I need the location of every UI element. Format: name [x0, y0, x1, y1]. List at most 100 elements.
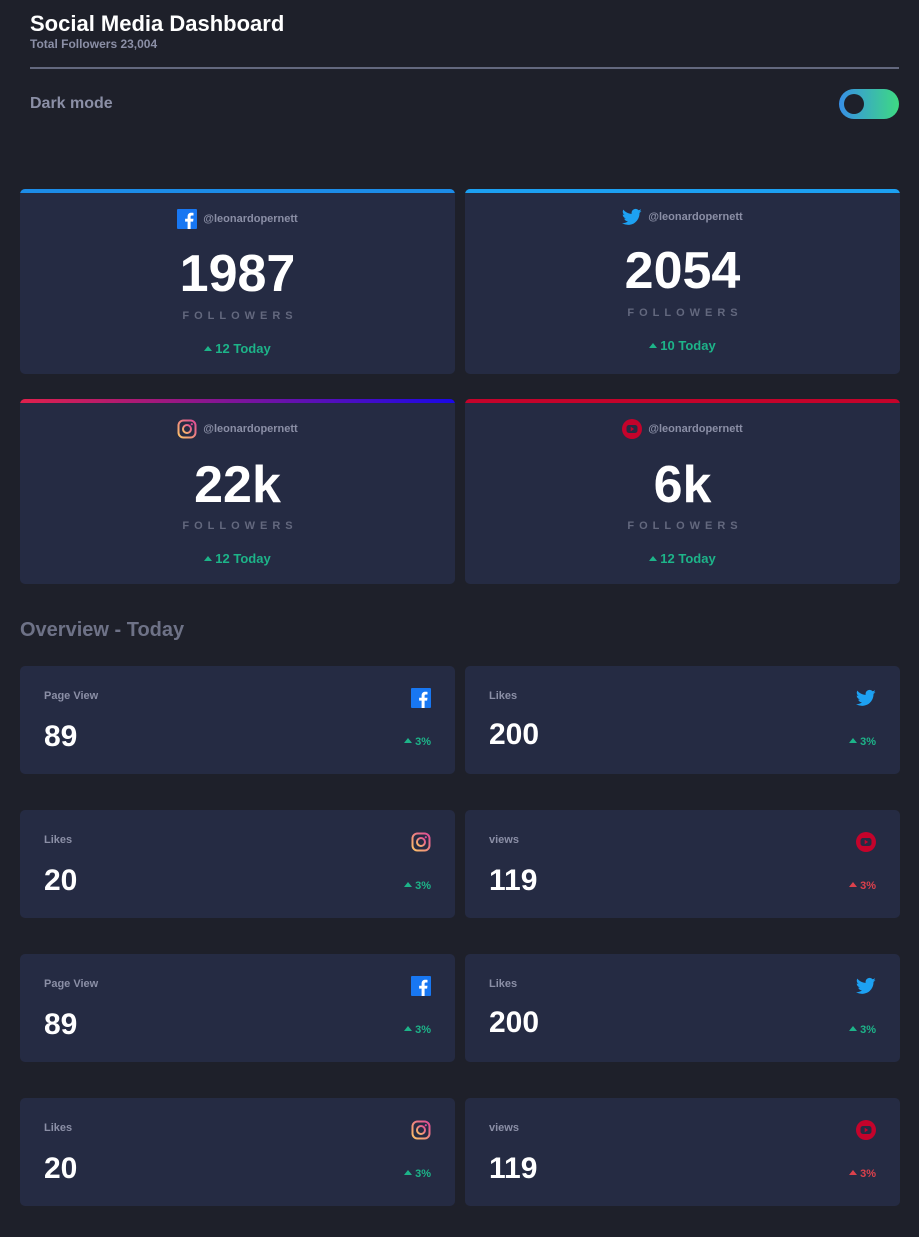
- daily-change-text: 12 Today: [215, 341, 271, 356]
- followers-label: FOLLOWERS: [182, 310, 298, 322]
- facebook-icon: [411, 688, 431, 708]
- overview-title: Overview - Today: [20, 619, 185, 641]
- twitter-icon: [622, 207, 642, 227]
- handle-row: @leonardopernett: [20, 419, 455, 439]
- metric-label: Likes: [44, 834, 73, 846]
- handle-row: @leonardopernett: [465, 207, 900, 227]
- instagram-icon: [411, 1120, 431, 1140]
- overview-card[interactable]: views 119 3%: [465, 1098, 900, 1206]
- metric-change-text: 3%: [860, 1024, 876, 1036]
- daily-change-text: 12 Today: [215, 551, 271, 566]
- follower-count: 22k: [194, 456, 281, 514]
- metric-change: 3%: [849, 736, 876, 748]
- metric-label: Likes: [489, 978, 518, 990]
- arrow-up-icon: [404, 1026, 413, 1031]
- arrow-up-icon: [404, 882, 413, 887]
- followers-label: FOLLOWERS: [627, 307, 743, 319]
- card-accent-bar: [20, 399, 455, 403]
- daily-change: 12 Today: [465, 551, 900, 566]
- overview-card[interactable]: Likes 20 3%: [20, 1098, 455, 1206]
- followers-label: FOLLOWERS: [627, 520, 743, 532]
- youtube-icon: [856, 1120, 876, 1140]
- dashboard-page: Social Media Dashboard Total Followers 2…: [0, 0, 919, 1237]
- metric-change: 3%: [404, 736, 431, 748]
- follower-count: 1987: [179, 245, 296, 303]
- metric-value: 20: [44, 864, 78, 897]
- arrow-up-icon: [849, 738, 858, 743]
- follower-card-instagram[interactable]: @leonardopernett 22k FOLLOWERS 12 Today: [20, 399, 455, 584]
- instagram-icon: [411, 832, 431, 852]
- dark-mode-toggle[interactable]: [839, 89, 899, 119]
- page-title: Social Media Dashboard: [30, 11, 285, 36]
- metric-label: Likes: [489, 690, 518, 702]
- followers-label: FOLLOWERS: [182, 520, 298, 532]
- metric-value: 200: [489, 718, 540, 751]
- follower-card-twitter[interactable]: @leonardopernett 2054 FOLLOWERS 10 Today: [465, 189, 900, 374]
- handle-row: @leonardopernett: [465, 419, 900, 439]
- arrow-up-icon: [849, 1170, 858, 1175]
- metric-change-text: 3%: [415, 736, 431, 748]
- arrow-up-icon: [204, 346, 213, 351]
- metric-change-text: 3%: [860, 736, 876, 748]
- daily-change-text: 12 Today: [660, 551, 716, 566]
- metric-label: Page View: [44, 978, 99, 990]
- metric-change-text: 3%: [415, 1168, 431, 1180]
- metric-label: views: [489, 1122, 519, 1134]
- arrow-up-icon: [404, 1170, 413, 1175]
- daily-change: 10 Today: [465, 338, 900, 353]
- header-divider: [30, 67, 899, 69]
- arrow-up-icon: [404, 738, 413, 743]
- metric-change: 3%: [404, 1168, 431, 1180]
- facebook-icon: [177, 209, 198, 229]
- metric-value: 119: [489, 1152, 538, 1185]
- metric-change: 3%: [404, 880, 431, 892]
- card-accent-bar: [465, 399, 900, 403]
- header: Social Media Dashboard Total Followers 2…: [30, 10, 899, 51]
- account-handle[interactable]: @leonardopernett: [648, 211, 742, 223]
- card-accent-bar: [465, 189, 900, 193]
- metric-change: 3%: [849, 880, 876, 892]
- metric-change: 3%: [849, 1024, 876, 1036]
- metric-value: 89: [44, 1008, 78, 1041]
- metric-label: views: [489, 834, 519, 846]
- daily-change: 12 Today: [20, 551, 455, 566]
- total-followers: Total Followers 23,004: [30, 37, 158, 51]
- overview-card[interactable]: Page View 89 3%: [20, 954, 455, 1062]
- metric-change-text: 3%: [415, 1024, 431, 1036]
- overview-card[interactable]: Likes 200 3%: [465, 954, 900, 1062]
- follower-card-facebook[interactable]: @leonardopernett 1987 FOLLOWERS 12 Today: [20, 189, 455, 374]
- handle-row: @leonardopernett: [20, 209, 455, 229]
- instagram-icon: [177, 419, 197, 439]
- youtube-icon: [622, 419, 643, 439]
- account-handle[interactable]: @leonardopernett: [203, 423, 297, 435]
- metric-change-text: 3%: [860, 880, 876, 892]
- metric-change-text: 3%: [415, 880, 431, 892]
- metric-change: 3%: [849, 1168, 876, 1180]
- overview-card[interactable]: Likes 20 3%: [20, 810, 455, 918]
- card-accent-bar: [20, 189, 455, 193]
- twitter-icon: [855, 976, 876, 996]
- metric-change-text: 3%: [860, 1168, 876, 1180]
- metric-label: Likes: [44, 1122, 73, 1134]
- arrow-up-icon: [849, 1026, 858, 1031]
- account-handle[interactable]: @leonardopernett: [203, 213, 297, 225]
- metric-value: 200: [489, 1006, 540, 1039]
- dark-mode-label: Dark mode: [30, 95, 113, 112]
- metric-value: 89: [44, 720, 78, 753]
- follower-count: 2054: [624, 242, 741, 300]
- overview-card[interactable]: Likes 200 3%: [465, 666, 900, 774]
- toggle-knob: [844, 94, 864, 114]
- account-handle[interactable]: @leonardopernett: [648, 423, 742, 435]
- arrow-up-icon: [649, 556, 658, 561]
- daily-change-text: 10 Today: [660, 338, 716, 353]
- daily-change: 12 Today: [20, 341, 455, 356]
- youtube-icon: [856, 832, 876, 852]
- dark-mode-row: Dark mode: [30, 87, 899, 121]
- overview-card[interactable]: Page View 89 3%: [20, 666, 455, 774]
- metric-value: 119: [489, 864, 538, 897]
- facebook-icon: [411, 976, 431, 996]
- overview-card[interactable]: views 119 3%: [465, 810, 900, 918]
- arrow-up-icon: [849, 882, 858, 887]
- follower-card-youtube[interactable]: @leonardopernett 6k FOLLOWERS 12 Today: [465, 399, 900, 584]
- metric-value: 20: [44, 1152, 78, 1185]
